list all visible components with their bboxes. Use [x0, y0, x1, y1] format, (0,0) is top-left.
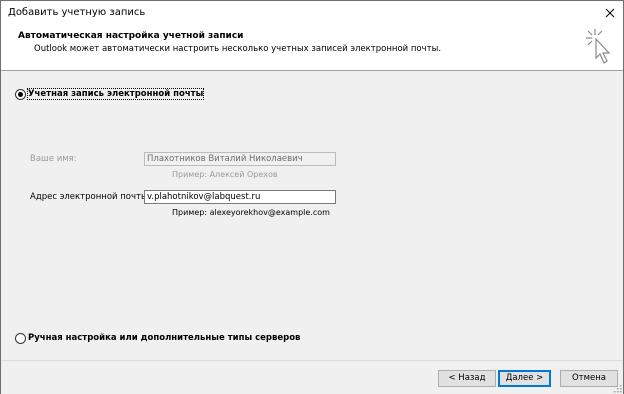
name-label: Ваше имя: [30, 154, 77, 164]
email-account-radio[interactable] [15, 89, 26, 100]
name-field[interactable]: Плахотников Виталий Николаевич [144, 152, 336, 166]
radio-selected-dot [18, 92, 23, 97]
email-field[interactable]: v.plahotnikov@labquest.ru [144, 190, 336, 204]
header-title: Автоматическая настройка учетной записи [18, 31, 244, 41]
back-button[interactable]: < Назад [438, 370, 496, 387]
add-account-dialog: Добавить учетную запись Автоматическая н… [0, 0, 624, 394]
email-example: Пример: alexeyorekhov@example.com [172, 208, 330, 217]
close-button[interactable] [601, 4, 619, 22]
manual-setup-radio-label[interactable]: Ручная настройка или дополнительные типы… [28, 333, 300, 343]
name-example: Пример: Алексей Орехов [172, 170, 278, 179]
wizard-content: Учетная запись электронной почты Ваше им… [1, 71, 623, 361]
button-bar: < Назад Далее > Отмена [1, 360, 623, 394]
cancel-button[interactable]: Отмена [560, 370, 618, 387]
resize-grip-icon[interactable] [612, 383, 622, 393]
next-button[interactable]: Далее > [498, 370, 551, 387]
manual-setup-radio[interactable] [15, 333, 26, 344]
email-label: Адрес электронной почты: [30, 192, 151, 202]
header-subtitle: Outlook может автоматически настроить не… [34, 44, 442, 54]
wizard-header: Автоматическая настройка учетной записи … [1, 25, 623, 71]
auto-setup-cursor-icon [586, 29, 611, 64]
title-bar: Добавить учетную запись [1, 1, 623, 25]
close-icon [605, 8, 615, 18]
email-account-radio-label[interactable]: Учетная запись электронной почты [26, 88, 205, 100]
window-title: Добавить учетную запись [8, 7, 146, 18]
